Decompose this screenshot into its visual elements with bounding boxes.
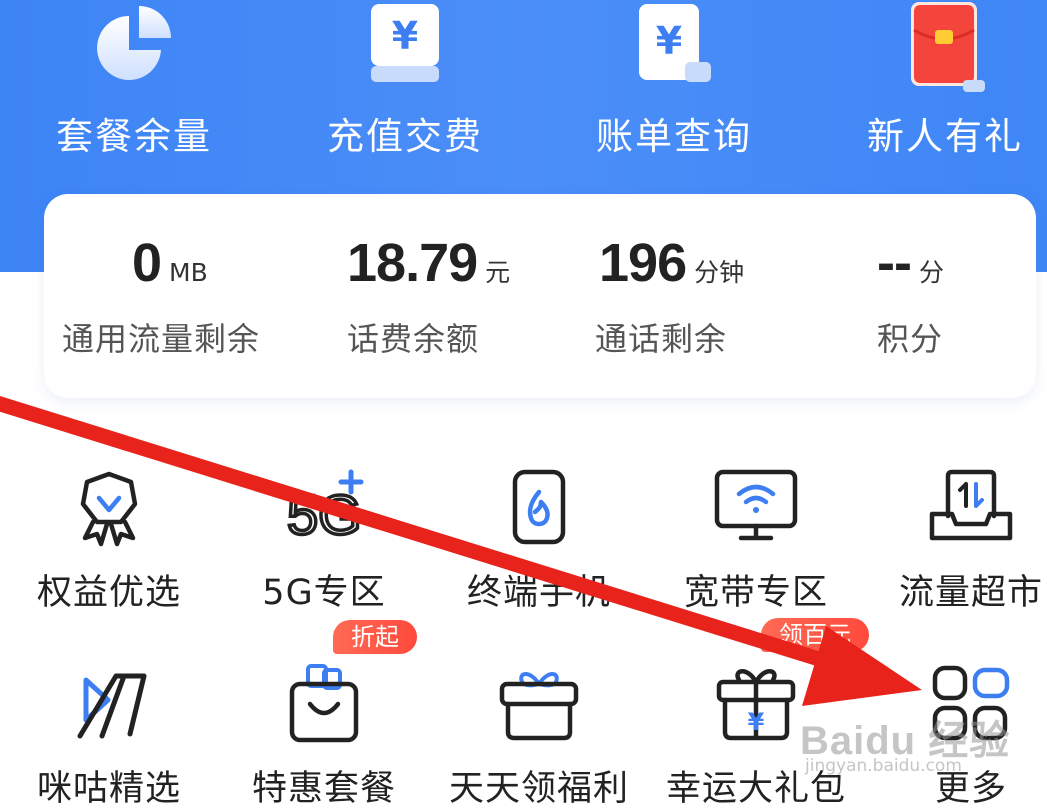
nav-label: 充值交费 [327, 115, 483, 158]
stat-caption: 话费余额 [347, 320, 480, 358]
gift-box-icon [496, 664, 582, 748]
service-label: 流量超市 [898, 573, 1043, 613]
promo-badge: 领百元 [761, 618, 869, 652]
yuan-symbol: ¥ [392, 14, 418, 58]
stat-caption: 通话剩余 [595, 320, 728, 358]
gift-yuan-icon: ¥ [713, 664, 799, 748]
stat-unit: 分钟 [694, 258, 745, 287]
stat-unit: 分 [918, 258, 944, 287]
stat-caption: 通用流量剩余 [62, 320, 261, 358]
nav-label: 新人有礼 [867, 115, 1023, 158]
stat-unit: 元 [485, 258, 511, 287]
service-label: 更多 [934, 769, 1007, 809]
pie-chart-icon [89, 0, 179, 94]
nav-label: 账单查询 [596, 115, 752, 158]
stat-value: 0 [132, 233, 162, 293]
stat-caption: 积分 [877, 320, 944, 358]
stat-unit: MB [169, 258, 208, 287]
stat-value: 196 [599, 233, 687, 293]
bill-icon: ¥ [629, 0, 719, 94]
stat-value: -- [877, 233, 912, 293]
shopping-bag-icon [284, 664, 364, 748]
stat-value: 18.79 [347, 233, 478, 293]
service-label: 宽带专区 [683, 573, 828, 613]
service-label: 幸运大礼包 [665, 769, 846, 809]
badge-ribbon-icon [69, 468, 149, 552]
phone-icon [499, 468, 579, 552]
service-label: 终端手机 [466, 573, 611, 613]
grid-more-icon [931, 664, 1011, 748]
service-label: 5G专区 [262, 573, 386, 613]
balance-card: 0 MB 通用流量剩余 18.79 元 话费余额 196 分钟 通话剩余 -- 分 积分 [44, 194, 1036, 398]
yuan-symbol: ¥ [748, 708, 765, 736]
data-tray-icon [926, 468, 1016, 552]
yuan-symbol: ¥ [656, 19, 682, 63]
red-envelope-icon [905, 0, 985, 100]
service-label: 特惠套餐 [251, 769, 396, 809]
yuan-card-icon: ¥ [365, 0, 445, 94]
promo-badge: 折起 [333, 620, 417, 654]
nav-label: 套餐余量 [56, 115, 212, 158]
migu-icon [64, 664, 154, 748]
monitor-wifi-icon [711, 468, 801, 552]
5g-plus-icon: 5G [279, 468, 369, 552]
service-label: 天天领福利 [448, 769, 629, 809]
